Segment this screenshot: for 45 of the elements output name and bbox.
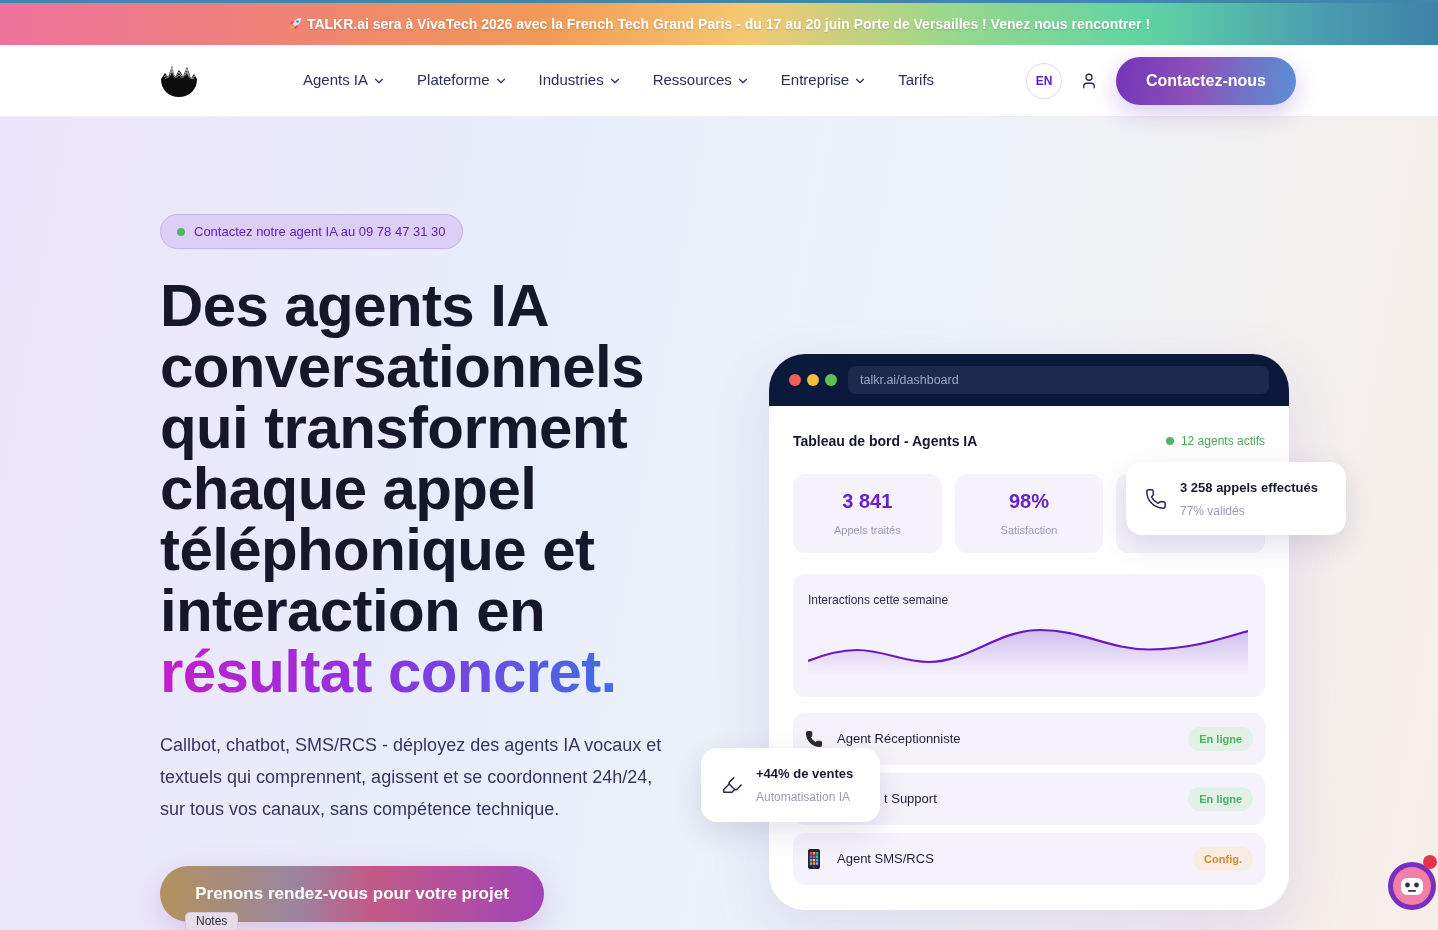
user-icon[interactable] xyxy=(1080,71,1098,90)
stat-label: Appels traités xyxy=(834,524,901,537)
callout-subtitle: 77% validés xyxy=(1180,503,1246,518)
agent-row[interactable]: Agent SMS/RCS Config. xyxy=(793,833,1265,885)
window-control-icon[interactable] xyxy=(825,374,837,386)
active-agents-text: 12 agents actifs xyxy=(1180,433,1265,450)
window-control-icon[interactable] xyxy=(789,374,801,386)
dashboard-title: Tableau de bord - Agents IA xyxy=(793,431,978,451)
agent-name: Agent SMS/RCS xyxy=(837,851,934,867)
phone-icon xyxy=(1145,487,1167,510)
notification-dot-icon xyxy=(1423,855,1437,869)
hero-description: Callbot, chatbot, SMS/RCS - déployez des agents IA vocaux et textuels qui comprennent, agissent et se coordonnent 24h/24, sur tous vos canaux, sans compétence technique. xyxy=(160,734,663,821)
agent-status-pill: En ligne xyxy=(1188,787,1253,811)
status-dot-icon xyxy=(1165,437,1174,445)
stat-value: 3 841 xyxy=(842,490,893,512)
announcement-text: TALKR.ai sera à VivaTech 2026 avec la French Tech Grand Paris - du 17 au 20 juin Porte de Versailles ! Venez nous rencontrer ! xyxy=(306,14,1151,34)
stat-value: 98% xyxy=(1008,490,1049,512)
nav-link[interactable]: Ressources xyxy=(652,69,750,92)
chart-title: Interactions cette semaine xyxy=(808,593,950,607)
notes-tab[interactable]: Notes xyxy=(185,912,239,930)
window-control-icon[interactable] xyxy=(807,374,819,386)
callout-title: 3 258 appels effectués xyxy=(1180,479,1319,496)
agent-name: Agent Réceptionniste xyxy=(837,731,961,747)
rocket-icon xyxy=(287,17,302,31)
contact-button[interactable]: Contactez-nous xyxy=(1116,56,1296,105)
nav-link[interactable]: Tarifs xyxy=(898,69,935,92)
agent-status-pill: En ligne xyxy=(1188,727,1253,751)
agent-phone-link[interactable]: Contactez notre agent IA au 09 78 47 31 30 xyxy=(160,214,463,249)
nav-link[interactable]: Agents IA xyxy=(303,69,387,92)
status-dot-icon xyxy=(177,227,185,236)
robot-icon xyxy=(1388,862,1436,910)
agent-status-pill: Config. xyxy=(1193,847,1253,871)
marker-icon xyxy=(721,774,743,796)
hero-heading: Des agents IA conversationnels qui transforment chaque appel téléphonique et interaction en résultat concret. xyxy=(160,275,645,702)
stat-label: Satisfaction xyxy=(1000,524,1058,537)
url-field[interactable]: talkr.ai/dashboard xyxy=(848,366,1269,394)
agent-name: t Support xyxy=(884,791,937,807)
mobile-phone-icon xyxy=(808,849,820,869)
chat-launcher-button[interactable] xyxy=(1388,862,1436,910)
phone-icon xyxy=(805,730,823,748)
nav-link[interactable]: Industries xyxy=(538,69,622,92)
nav-link[interactable]: Entreprise xyxy=(780,69,868,92)
agent-row[interactable]: Agent Réceptionniste En ligne xyxy=(793,713,1265,765)
language-button[interactable]: EN xyxy=(1026,62,1062,99)
nav-link[interactable]: Plateforme xyxy=(417,69,508,92)
